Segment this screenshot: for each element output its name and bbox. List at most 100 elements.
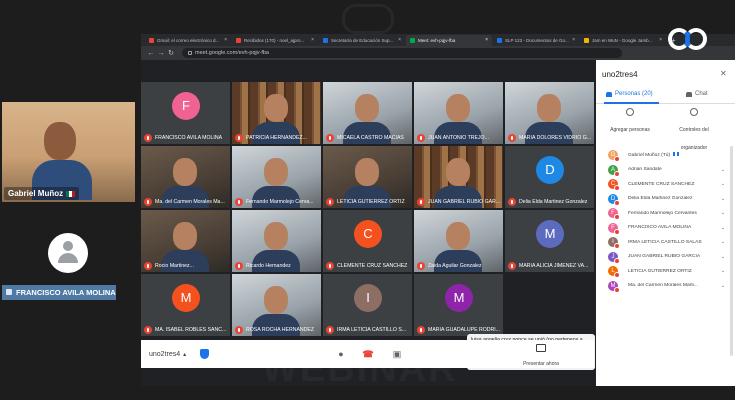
participant-video xyxy=(264,286,288,314)
list-item[interactable]: D Delia Elda Martinez Gonzalez ⌄ xyxy=(596,192,735,207)
close-tab-icon[interactable]: × xyxy=(309,35,314,46)
list-item[interactable]: M Ma. del Carmen Morales Marti... ⌄ xyxy=(596,279,735,294)
avatar: L xyxy=(608,266,620,279)
participant-tile[interactable]: I IRMA LETICIA CASTILLO S... xyxy=(323,274,412,336)
list-item[interactable]: I IRMA LETICIA CASTILLO SALAS ⌄ xyxy=(596,235,735,250)
list-item[interactable]: L LETICIA GUTIERREZ ORTIZ ⌄ xyxy=(596,264,735,279)
browser-tab[interactable]: Gmail: el correo electrónico d... × xyxy=(145,35,231,46)
browser-tab[interactable]: SLP 123 - Documentos de Go... × xyxy=(493,35,579,46)
participant-name: Ma. del Carmen Morales Ma... xyxy=(144,198,228,206)
tab-people[interactable]: Personas (20) xyxy=(606,91,653,97)
list-item[interactable]: G Gabriel Muñoz (Tú) xyxy=(596,148,735,163)
participant-name: MA. ISABEL ROBLES SANC... xyxy=(144,326,228,334)
meeting-code[interactable]: uno2tres4 ▴ xyxy=(149,351,186,358)
favicon-icon xyxy=(497,38,502,43)
browser-tab[interactable]: Secretaría de Educación Sup... × xyxy=(319,35,405,46)
participant-name-text: JUAN GABRIEL RUBIO GARCIA xyxy=(628,254,701,260)
browser-tab[interactable]: Meet: evh-pqjv-fba × xyxy=(406,35,492,46)
participant-name-text: FRANCISCO AVILA MOLINA xyxy=(628,225,692,231)
participant-tile[interactable]: D Delia Elda Martinez Gonzalez xyxy=(505,146,594,208)
reload-icon[interactable]: ↻ xyxy=(166,49,176,57)
avatar: G xyxy=(608,150,620,163)
participant-tile[interactable]: M MARIA ALICIA JIMENEZ VA... xyxy=(505,210,594,272)
participant-tile[interactable]: Zaida Aguilar Gonzalez xyxy=(414,210,503,272)
avatar: F xyxy=(172,92,200,120)
list-item[interactable]: A Adrián Sandate ⌄ xyxy=(596,163,735,178)
avatar: A xyxy=(608,164,620,177)
mic-off-icon xyxy=(235,326,243,334)
mic-off-icon xyxy=(235,134,243,142)
forward-icon[interactable]: → xyxy=(156,50,166,57)
address-bar: ← → ↻ meet.google.com/evh-pqjv-fba xyxy=(141,46,735,60)
mic-off-icon xyxy=(508,262,516,270)
close-tab-icon[interactable]: × xyxy=(222,35,227,46)
back-icon[interactable]: ← xyxy=(146,50,156,57)
participant-tile[interactable]: LETICIA GUTIERREZ ORTIZ xyxy=(323,146,412,208)
tab-chat[interactable]: Chat xyxy=(686,91,708,97)
add-person-icon xyxy=(626,108,634,116)
mexico-flag-icon xyxy=(66,190,76,197)
participant-tile[interactable]: Rocio Martinez... xyxy=(141,210,230,272)
participant-tile[interactable]: M MARIA GUADALUPE RODRI... xyxy=(414,274,503,336)
avatar xyxy=(48,233,88,273)
meet-screenshot: Gabriel Muñoz FRANCISCO AVILA MOLINA Gma… xyxy=(0,0,735,400)
people-icon xyxy=(606,91,612,97)
shield-icon[interactable] xyxy=(200,349,210,359)
list-item[interactable]: F Fernando Marmolejo Cervantes ⌄ xyxy=(596,206,735,221)
participant-tile[interactable]: C CLEMENTE CRUZ SANCHEZ xyxy=(323,210,412,272)
participant-name: Fernando Marmolejo Cerva... xyxy=(235,198,319,206)
chevron-down-icon[interactable]: ⌄ xyxy=(721,225,725,231)
list-item[interactable]: F FRANCISCO AVILA MOLINA ⌄ xyxy=(596,221,735,236)
close-tab-icon[interactable]: × xyxy=(483,35,488,46)
present-now-button[interactable]: Presentar ahora xyxy=(519,344,563,370)
participant-tile[interactable]: Fernando Marmolejo Cerva... xyxy=(232,146,321,208)
mic-off-icon xyxy=(326,326,334,334)
chevron-down-icon[interactable]: ⌄ xyxy=(721,181,725,187)
participant-name: Delia Elda Martinez Gonzalez xyxy=(508,198,592,206)
participant-tile[interactable]: Ricardo Hernandez xyxy=(232,210,321,272)
participant-tile[interactable]: JUAN ANTONIO TREJO... xyxy=(414,82,503,144)
favicon-icon xyxy=(149,38,154,43)
list-item[interactable]: J JUAN GABRIEL RUBIO GARCIA ⌄ xyxy=(596,250,735,265)
mic-off-icon xyxy=(235,262,243,270)
chevron-down-icon[interactable]: ⌄ xyxy=(721,167,725,173)
close-icon[interactable]: ✕ xyxy=(720,69,727,78)
participant-tile[interactable]: JUAN GABRIEL RUBIO GAR... xyxy=(414,146,503,208)
participant-tile[interactable]: F FRANCISCO AVILA MOLINA xyxy=(141,82,230,144)
participant-name-text: Ma. del Carmen Morales Marti... xyxy=(628,283,698,289)
favicon-icon xyxy=(323,38,328,43)
participant-tile[interactable]: PATRICIA HERNANDEZ... xyxy=(232,82,321,144)
chevron-down-icon[interactable]: ⌄ xyxy=(721,239,725,245)
participant-name-text: Fernando Marmolejo Cerva... xyxy=(246,199,314,205)
scrollbar[interactable] xyxy=(730,146,733,356)
participant-tile[interactable]: MICAELA CASTRO MACIAS xyxy=(323,82,412,144)
browser-tab[interactable]: Recibidos (170) - noel_ajpro... × xyxy=(232,35,318,46)
list-item[interactable]: C CLEMENTE CRUZ SANCHEZ ⌄ xyxy=(596,177,735,192)
browser-tab[interactable]: Jam en WuN - Google Jamb... × xyxy=(580,35,666,46)
participant-tile[interactable]: Ma. del Carmen Morales Ma... xyxy=(141,146,230,208)
participant-name: Zaida Aguilar Gonzalez xyxy=(417,262,501,270)
add-people-button[interactable]: Agregar personas xyxy=(602,108,658,136)
mic-off-icon xyxy=(614,214,620,221)
participant-video xyxy=(355,158,379,186)
url-field[interactable]: meet.google.com/evh-pqjv-fba xyxy=(182,48,622,58)
panel-actions: Agregar personas Controles del organizad… xyxy=(596,108,735,151)
participant-tile[interactable]: M MA. ISABEL ROBLES SANC... xyxy=(141,274,230,336)
chevron-down-icon[interactable]: ⌄ xyxy=(721,210,725,216)
chevron-down-icon[interactable]: ⌄ xyxy=(721,268,725,274)
avatar: M xyxy=(608,280,620,293)
chevron-down-icon[interactable]: ⌄ xyxy=(721,254,725,260)
chevron-down-icon[interactable]: ⌄ xyxy=(721,283,725,289)
close-tab-icon[interactable]: × xyxy=(657,35,662,46)
close-tab-icon[interactable]: × xyxy=(396,35,401,46)
mic-off-icon xyxy=(417,262,425,270)
participant-tile[interactable]: ROSA ROCHA HERNANDEZ xyxy=(232,274,321,336)
chevron-down-icon[interactable]: ⌄ xyxy=(721,196,725,202)
participant-tile[interactable]: MARIA DOLORES VIDRIO G... xyxy=(505,82,594,144)
participant-name: Adrián Sandate xyxy=(628,167,720,172)
close-tab-icon[interactable]: × xyxy=(570,35,575,46)
avatar: J xyxy=(608,251,620,264)
avatar: D xyxy=(608,193,620,206)
avatar: C xyxy=(608,179,620,192)
participant-name-text: IRMA LETICIA CASTILLO S... xyxy=(337,327,407,333)
